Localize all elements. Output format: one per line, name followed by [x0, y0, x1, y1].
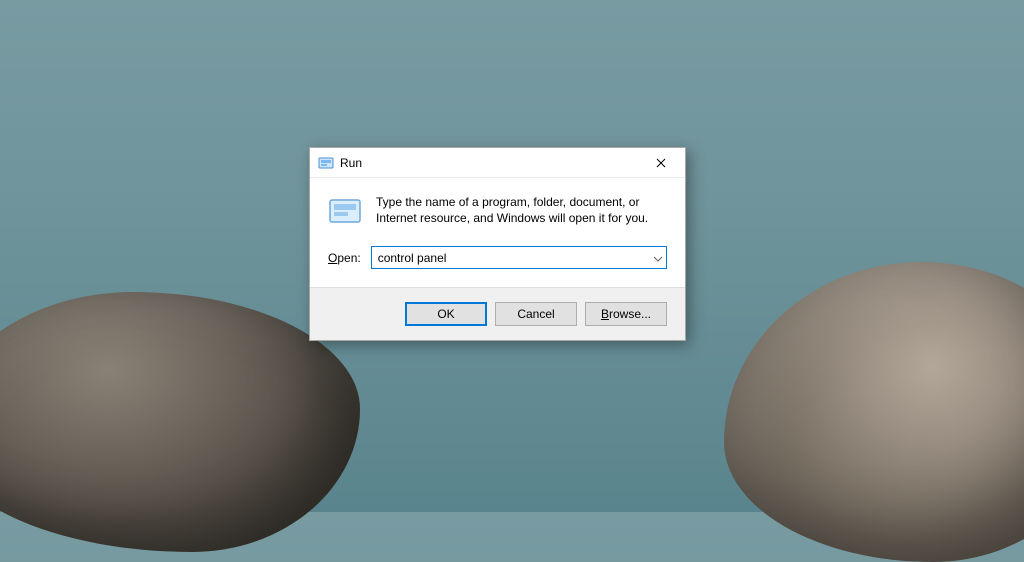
dialog-description: Type the name of a program, folder, docu… [376, 194, 667, 228]
run-dialog: Run Type the name of a program, folder, … [309, 147, 686, 341]
wallpaper-rock-right [724, 262, 1024, 562]
open-input[interactable] [371, 246, 667, 269]
titlebar[interactable]: Run [310, 148, 685, 178]
ok-button[interactable]: OK [405, 302, 487, 326]
open-label: Open: [328, 251, 361, 265]
run-icon [318, 155, 334, 171]
open-row: Open: [310, 240, 685, 287]
browse-button[interactable]: Browse... [585, 302, 667, 326]
close-button[interactable] [638, 148, 683, 177]
dialog-footer: OK Cancel Browse... [310, 287, 685, 340]
dialog-body: Type the name of a program, folder, docu… [310, 178, 685, 240]
wallpaper-rock-left [0, 292, 360, 552]
open-combobox[interactable] [371, 246, 667, 269]
cancel-button[interactable]: Cancel [495, 302, 577, 326]
run-large-icon [328, 194, 362, 228]
window-title: Run [340, 156, 638, 170]
